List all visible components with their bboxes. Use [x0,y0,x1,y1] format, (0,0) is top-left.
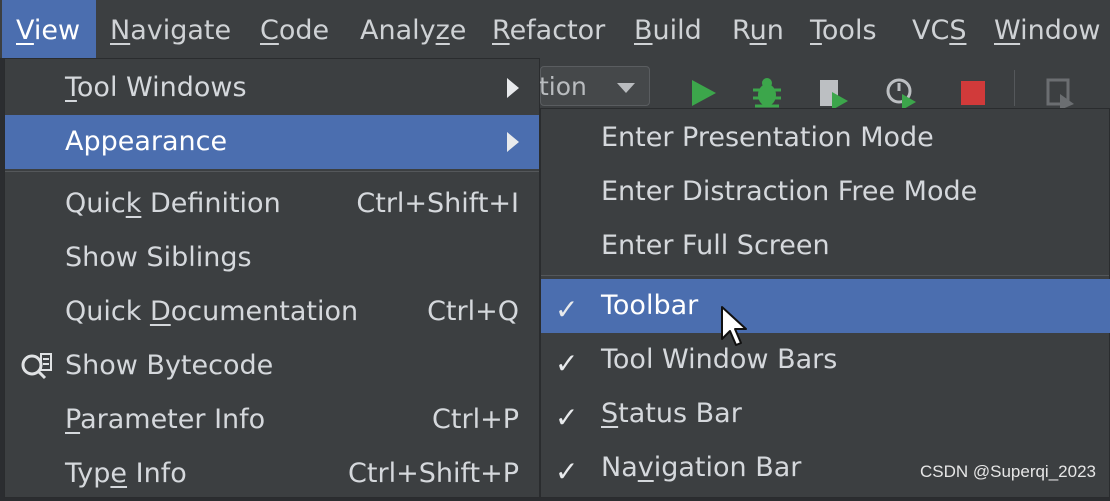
menu-run[interactable]: Run [718,0,798,58]
submenu-arrow-icon [507,132,519,152]
toolbar-divider [1014,70,1015,106]
menu-item-label: Toolbar [601,290,699,321]
menu-navigate[interactable]: Navigate [96,0,245,58]
menu-item-label: Enter Distraction Free Mode [601,176,978,207]
menu-run-label-pre: R [732,15,750,46]
appearance-item-presentation-mode[interactable]: Enter Presentation Mode [541,111,1110,165]
menu-item-label: Show Bytecode [65,350,274,381]
menu-code-mnemonic: C [260,15,279,46]
menu-tools-mnemonic: T [810,15,822,46]
run-configuration-text: tion [539,72,587,101]
appearance-item-status-bar[interactable]: ✓ Status Bar [541,387,1110,441]
menu-refactor-mnemonic: R [492,15,510,46]
menu-navigate-label-post: avigate [130,15,232,46]
watermark-text: CSDN @Superqi_2023 [919,462,1096,481]
menu-run-mnemonic: u [749,15,767,46]
coverage-icon[interactable] [816,76,850,110]
menu-tools[interactable]: Tools [796,0,891,58]
menu-item-label: Show Siblings [65,242,252,273]
view-menu-item-parameter-info[interactable]: Parameter Info Ctrl+P [5,393,539,447]
view-menu-dropdown: Tool Windows Appearance Quick Definition… [4,58,540,498]
appearance-submenu: Enter Presentation Mode Enter Distractio… [540,108,1110,498]
mouse-cursor-icon [721,306,747,346]
menu-bar: View Navigate Code Analyze Refactor Buil… [0,0,1110,59]
menu-item-shortcut: Ctrl+Q [427,296,519,327]
checkmark-icon: ✓ [555,401,579,434]
view-menu-item-type-info[interactable]: Type Info Ctrl+Shift+P [5,447,539,501]
menu-item-label: Status Bar [601,398,742,429]
view-menu-item-quick-documentation[interactable]: Quick Documentation Ctrl+Q [5,285,539,339]
run-configuration-select[interactable]: tion [539,66,650,106]
menu-code-label-post: ode [278,15,330,46]
menu-analyze[interactable]: Analyze [346,0,480,58]
stop-icon[interactable] [956,76,990,110]
menu-item-label: Appearance [65,126,228,157]
checkmark-icon: ✓ [555,455,579,488]
menu-build[interactable]: Build [620,0,716,58]
menu-view-mnemonic: V [16,15,34,46]
profile-icon[interactable] [884,76,918,110]
menu-item-label: Quick Definition [65,188,281,219]
menu-build-label-post: uild [652,15,702,46]
menu-item-label: Tool Windows [65,72,247,103]
run-icon[interactable] [686,76,720,110]
menu-analyze-mnemonic: z [435,15,450,46]
menu-analyze-label-pre: Analy [360,15,436,46]
menu-build-mnemonic: B [634,15,653,46]
menu-window-mnemonic: W [994,15,1021,46]
debug-icon[interactable] [750,76,784,110]
menu-tools-label-post: ools [821,15,877,46]
menu-run-label-post: n [766,15,784,46]
menu-refactor-label-post: efactor [509,15,606,46]
view-menu-item-show-bytecode[interactable]: Show Bytecode [5,339,539,393]
checkmark-icon: ✓ [555,347,579,380]
menu-vcs[interactable]: VCS [898,0,980,58]
menu-analyze-label-post: e [449,15,467,46]
menu-separator [541,275,1109,276]
menu-item-label: Type Info [65,458,187,489]
checkmark-icon: ✓ [555,293,579,326]
appearance-item-full-screen[interactable]: Enter Full Screen [541,219,1110,273]
menu-refactor[interactable]: Refactor [478,0,619,58]
menu-view[interactable]: View [2,0,96,58]
menu-item-shortcut: Ctrl+Shift+P [348,458,519,489]
menu-code[interactable]: Code [246,0,343,58]
view-menu-item-show-siblings[interactable]: Show Siblings [5,231,539,285]
menu-navigate-mnemonic: N [110,15,131,46]
chevron-down-icon [617,83,635,93]
appearance-item-toolbar[interactable]: ✓ Toolbar [541,279,1110,333]
menu-item-shortcut: Ctrl+Shift+I [356,188,519,219]
menu-window[interactable]: Window [980,0,1110,58]
menu-item-label: Enter Full Screen [601,230,830,261]
menu-vcs-mnemonic: S [949,15,967,46]
menu-item-label: Enter Presentation Mode [601,122,934,153]
view-menu-item-quick-definition[interactable]: Quick Definition Ctrl+Shift+I [5,177,539,231]
appearance-item-distraction-free-mode[interactable]: Enter Distraction Free Mode [541,165,1110,219]
bytecode-icon [21,353,52,380]
menu-vcs-label-pre: VC [912,15,950,46]
submenu-arrow-icon [507,78,519,98]
menu-window-label-post: indow [1020,15,1101,46]
menu-item-label: Parameter Info [65,404,266,435]
menu-item-shortcut: Ctrl+P [432,404,519,435]
build-project-icon[interactable] [1044,76,1078,110]
view-menu-item-tool-windows[interactable]: Tool Windows [5,61,539,115]
menu-item-label: Navigation Bar [601,452,802,483]
appearance-item-tool-window-bars[interactable]: ✓ Tool Window Bars [541,333,1110,387]
view-menu-item-appearance[interactable]: Appearance [5,115,539,169]
menu-item-label: Quick Documentation [65,296,359,327]
menu-view-label-post: iew [33,15,81,46]
menu-separator [5,171,539,172]
